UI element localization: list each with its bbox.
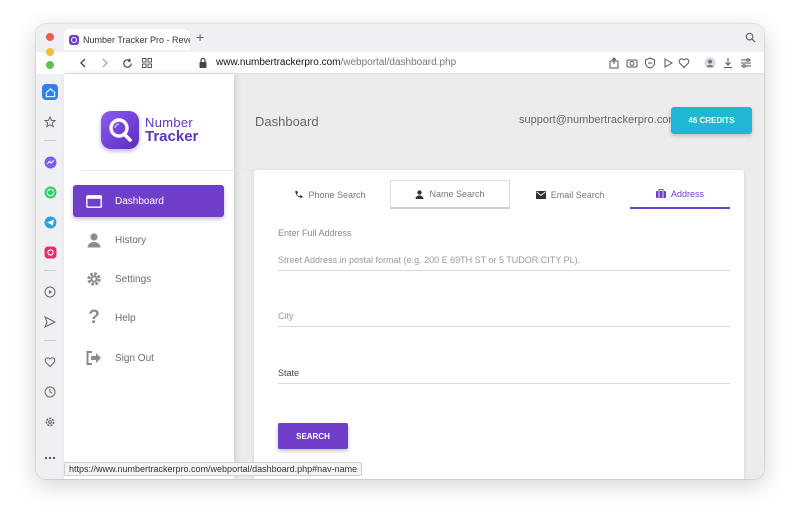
- share-icon[interactable]: [608, 57, 620, 69]
- user-icon: [415, 189, 425, 199]
- sidebar-item-label: Help: [115, 312, 136, 324]
- search-tabs: Phone Search Name Search Email Search Ad…: [270, 180, 730, 209]
- tab-email-search[interactable]: Email Search: [510, 180, 630, 209]
- url-field[interactable]: www.numbertrackerpro.com/webportal/dashb…: [216, 57, 456, 68]
- logo-line-2: Tracker: [145, 128, 199, 145]
- question-icon: ?: [88, 307, 100, 328]
- new-tab-button[interactable]: +: [196, 30, 204, 44]
- sign-out-icon: [85, 349, 103, 367]
- minimize-window-button[interactable]: [46, 48, 54, 56]
- download-icon[interactable]: [722, 57, 734, 69]
- user-icon: [85, 231, 103, 249]
- more-options-icon[interactable]: [42, 450, 58, 466]
- telegram-icon[interactable]: [42, 214, 58, 230]
- lock-icon: [199, 57, 207, 68]
- close-window-button[interactable]: [46, 33, 54, 41]
- whatsapp-icon[interactable]: [42, 184, 58, 200]
- page-title: Dashboard: [255, 114, 319, 129]
- credits-button[interactable]: 46 CREDITS: [671, 107, 752, 134]
- tab-grid-icon[interactable]: [140, 56, 154, 70]
- reload-icon[interactable]: [120, 56, 134, 70]
- sidebar-item-settings[interactable]: Settings: [73, 263, 224, 295]
- play-icon[interactable]: [662, 57, 674, 69]
- side-panel-separator: [44, 270, 56, 271]
- app-logo[interactable]: Number Tracker: [101, 111, 198, 149]
- sidebar-item-sign-out[interactable]: Sign Out: [73, 342, 224, 374]
- address-bar: www.numbertrackerpro.com/webportal/dashb…: [64, 52, 764, 74]
- sidebar-item-help[interactable]: ? Help: [73, 302, 224, 334]
- briefcase-icon: [655, 189, 666, 198]
- status-bar-url: https://www.numbertrackerpro.com/webport…: [64, 462, 363, 476]
- dashboard-icon: [85, 192, 103, 210]
- favorites-heart-icon[interactable]: [42, 354, 58, 370]
- maximize-window-button[interactable]: [46, 61, 54, 69]
- clock-icon[interactable]: [42, 384, 58, 400]
- tab-label: Phone Search: [308, 189, 366, 200]
- search-button[interactable]: SEARCH: [278, 423, 348, 449]
- logo-magnifier-icon: [101, 111, 139, 149]
- tab-strip: Number Tracker Pro - Reverse +: [36, 24, 764, 52]
- settings-sliders-icon[interactable]: [740, 57, 752, 69]
- tab-phone-search[interactable]: Phone Search: [270, 180, 390, 209]
- sidebar-item-label: Dashboard: [115, 195, 164, 207]
- tab-label: Name Search: [429, 189, 485, 199]
- browser-side-panel: [36, 74, 64, 479]
- side-panel-separator: [44, 140, 56, 141]
- browser-window: Number Tracker Pro - Reverse + www.numbe…: [36, 24, 764, 479]
- tab-title: Number Tracker Pro - Reverse: [83, 34, 190, 45]
- side-panel-separator: [44, 340, 56, 341]
- browser-tab[interactable]: Number Tracker Pro - Reverse: [64, 29, 190, 50]
- envelope-icon: [535, 190, 546, 199]
- favicon-icon: [69, 34, 79, 45]
- messenger-icon[interactable]: [42, 154, 58, 170]
- send-icon[interactable]: [42, 314, 58, 330]
- sidebar-item-label: Sign Out: [115, 352, 154, 364]
- gear-icon: [85, 270, 103, 288]
- tab-search-icon[interactable]: [745, 32, 756, 43]
- state-input[interactable]: [278, 362, 730, 384]
- forward-arrow-icon[interactable]: [98, 56, 112, 70]
- main-content: Dashboard support@numbertrackerpro.com 4…: [234, 74, 764, 479]
- sidebar-item-history[interactable]: History: [73, 224, 224, 256]
- camera-icon[interactable]: [626, 57, 638, 69]
- search-card: Phone Search Name Search Email Search Ad…: [254, 170, 744, 479]
- tab-name-search[interactable]: Name Search: [390, 180, 510, 209]
- support-email[interactable]: support@numbertrackerpro.com: [519, 114, 678, 126]
- address-section-label: Enter Full Address: [278, 228, 352, 238]
- app-sidebar: Number Tracker Dashboard History Setting…: [64, 74, 252, 479]
- gear-icon[interactable]: [42, 414, 58, 430]
- sidebar-divider: [82, 170, 252, 171]
- profile-avatar-icon[interactable]: [704, 57, 716, 69]
- back-arrow-icon[interactable]: [76, 56, 90, 70]
- city-input[interactable]: [278, 305, 730, 327]
- phone-icon: [294, 190, 303, 199]
- tab-address[interactable]: Address: [630, 180, 730, 209]
- home-icon[interactable]: [42, 84, 58, 100]
- sidebar-item-label: History: [115, 234, 147, 246]
- sidebar-item-dashboard[interactable]: Dashboard: [73, 185, 224, 217]
- star-icon[interactable]: [42, 114, 58, 130]
- sidebar-item-label: Settings: [115, 273, 152, 285]
- tab-label: Email Search: [550, 189, 605, 200]
- tab-label: Address: [670, 188, 705, 199]
- street-address-input[interactable]: [278, 249, 730, 271]
- shield-icon[interactable]: [644, 57, 656, 69]
- player-icon[interactable]: [42, 284, 58, 300]
- heart-icon[interactable]: [678, 57, 690, 69]
- logo-text: Number Tracker: [145, 116, 199, 145]
- instagram-icon[interactable]: [42, 244, 58, 260]
